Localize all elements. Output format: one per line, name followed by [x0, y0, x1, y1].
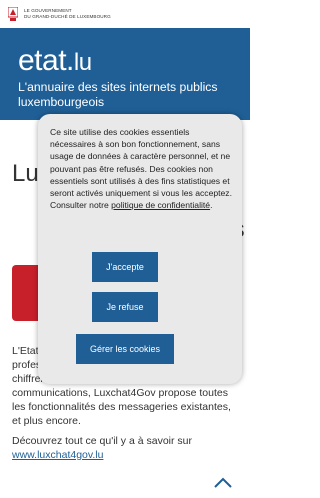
luxchat4gov-link[interactable]: www.luxchat4gov.lu — [12, 449, 103, 461]
site-logo[interactable]: etat.lu — [18, 44, 92, 78]
gov-header: LE GOUVERNEMENT DU GRAND-DUCHÉ DE LUXEMB… — [0, 0, 250, 28]
accept-cookies-button[interactable]: J'accepte — [92, 252, 158, 282]
gov-line-2: DU GRAND-DUCHÉ DE LUXEMBOURG — [24, 14, 111, 19]
chevron-up-icon — [214, 477, 232, 488]
discover-line: Découvrez tout ce qu'il y a à savoir sur… — [12, 434, 238, 462]
brand-main: etat — [18, 44, 67, 77]
manage-cookies-button[interactable]: Gérer les cookies — [76, 334, 174, 364]
cookie-message: Ce site utilise des cookies essentiels n… — [50, 126, 232, 211]
gov-emblem-icon — [8, 7, 18, 21]
scroll-to-top-button[interactable] — [212, 476, 234, 490]
site-tagline: L'annuaire des sites internets publics l… — [18, 80, 218, 109]
cookie-message-text: Ce site utilise des cookies essentiels n… — [50, 127, 232, 211]
brand-tld: lu — [73, 49, 92, 76]
privacy-policy-link[interactable]: politique de confidentialité — [111, 200, 210, 210]
brand-dot: . — [66, 44, 74, 77]
cookie-message-end: . — [210, 200, 213, 211]
hero-banner: etat.lu L'annuaire des sites internets p… — [0, 28, 250, 120]
cookie-consent-modal: Ce site utilise des cookies essentiels n… — [38, 114, 242, 384]
discover-text: Découvrez tout ce qu'il y a à savoir sur — [12, 435, 193, 447]
gov-title: LE GOUVERNEMENT DU GRAND-DUCHÉ DE LUXEMB… — [24, 8, 111, 20]
refuse-cookies-button[interactable]: Je refuse — [92, 292, 158, 322]
